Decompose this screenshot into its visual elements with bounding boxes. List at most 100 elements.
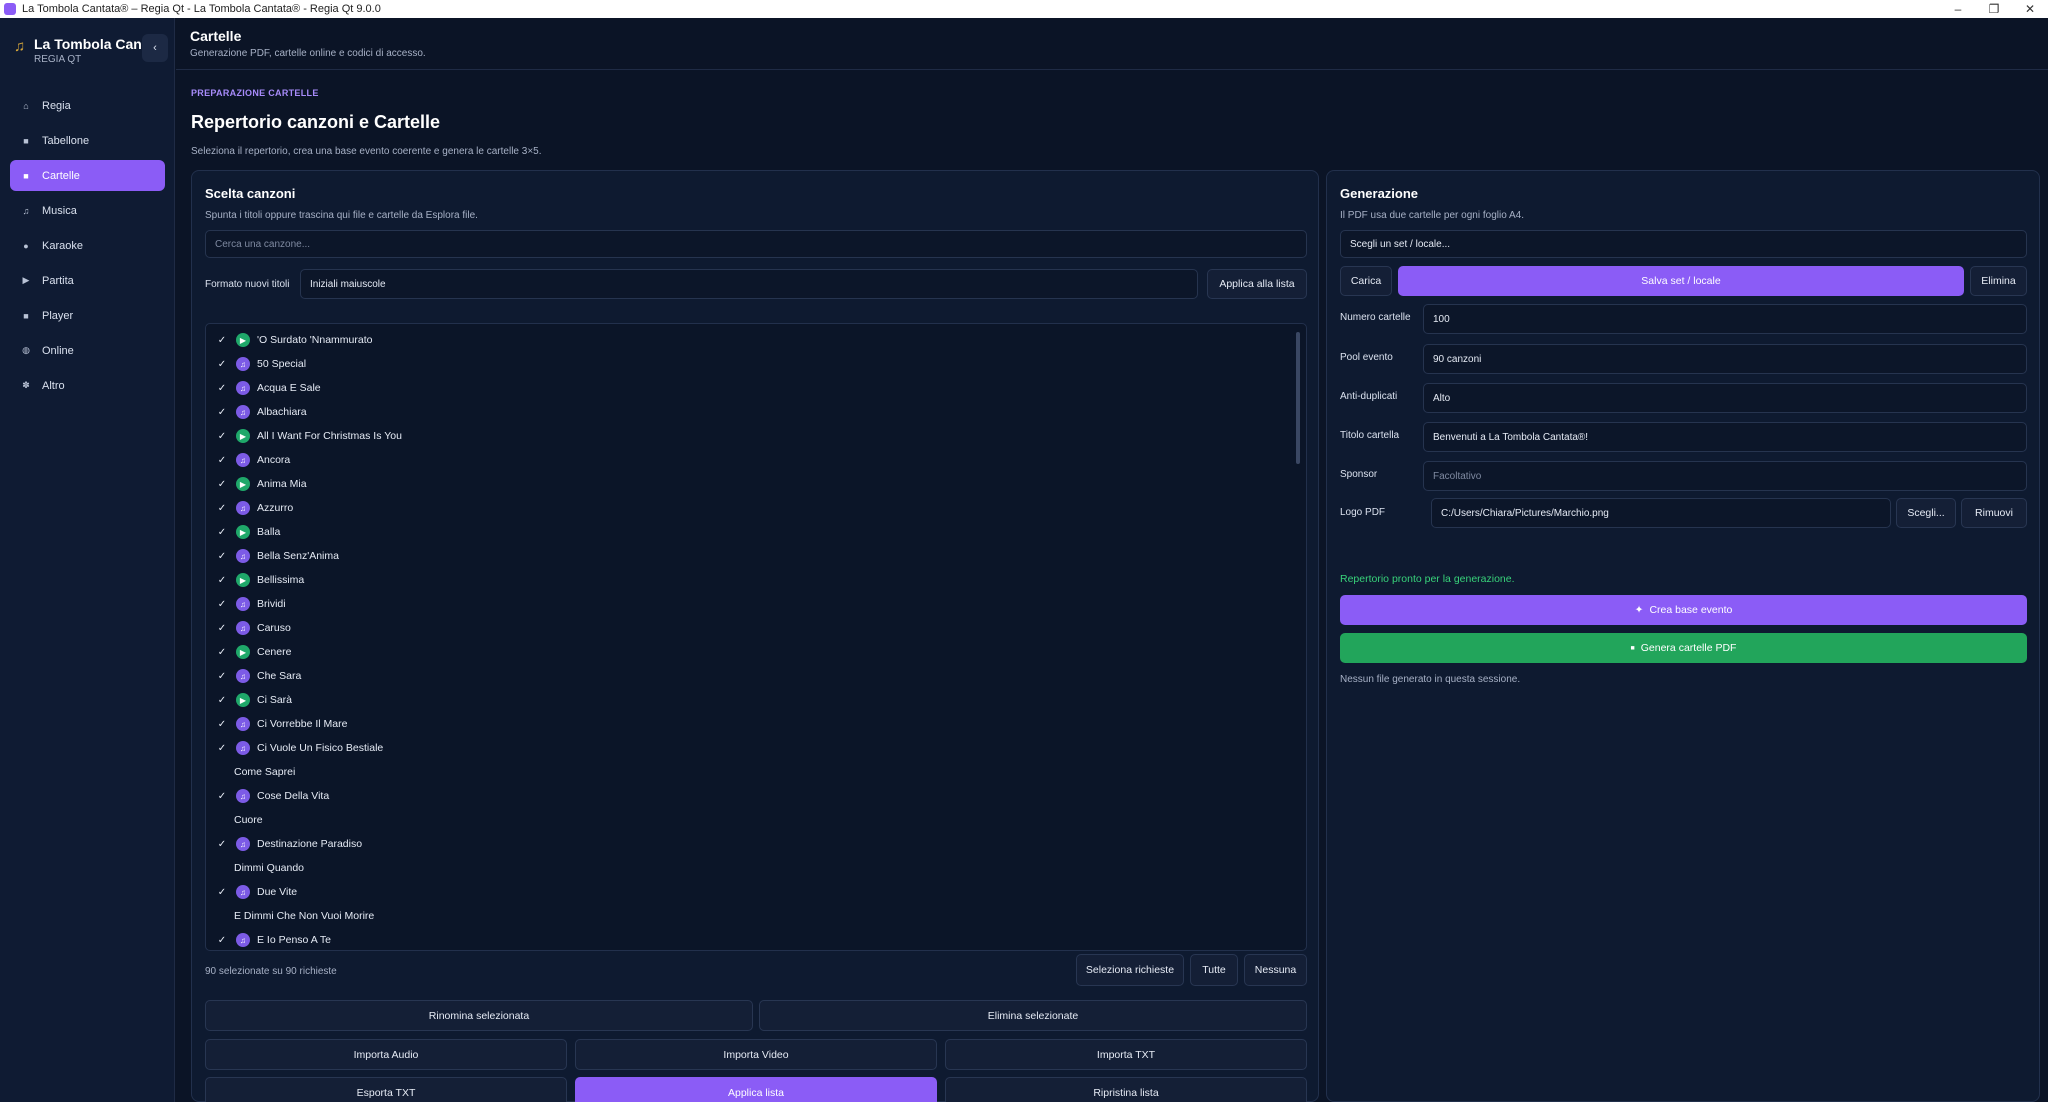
save-set-button[interactable]: Salva set / locale — [1398, 266, 1964, 296]
sidebar-item-karaoke[interactable]: ● Karaoke — [10, 230, 165, 261]
sidebar-item-partita[interactable]: ▶ Partita — [10, 265, 165, 296]
rename-selected-button[interactable]: Rinomina selezionata — [205, 1000, 753, 1031]
sponsor-input[interactable]: Facoltativo — [1423, 461, 2027, 491]
delete-selected-button[interactable]: Elimina selezionate — [759, 1000, 1307, 1031]
list-item[interactable]: ✓ ♫ Ci Vorrebbe Il Mare — [206, 712, 1306, 736]
num-cards-spinbox[interactable]: 100 — [1423, 304, 2027, 334]
list-item[interactable]: ✓ ♫ Due Vite — [206, 880, 1306, 904]
list-item[interactable]: ✓ ♫ Destinazione Paradiso — [206, 832, 1306, 856]
list-item[interactable]: ✓ ♫ 50 Special — [206, 352, 1306, 376]
list-item[interactable]: ✓ ♫ Ancora — [206, 448, 1306, 472]
check-icon[interactable]: ✓ — [216, 479, 228, 490]
check-icon[interactable]: ✓ — [216, 623, 228, 634]
check-icon[interactable]: ✓ — [216, 791, 228, 802]
list-item[interactable]: ✓ ♫ Albachiara — [206, 400, 1306, 424]
list-item[interactable]: ✓ ▶ All I Want For Christmas Is You — [206, 424, 1306, 448]
song-title: E Dimmi Che Non Vuoi Morire — [234, 910, 375, 922]
list-item[interactable]: ✓ ♫ Brividi — [206, 592, 1306, 616]
delete-set-button[interactable]: Elimina — [1970, 266, 2027, 296]
song-title: All I Want For Christmas Is You — [257, 430, 402, 442]
list-item[interactable]: ✓ ♫ Acqua E Sale — [206, 376, 1306, 400]
list-item[interactable]: ✓ ♫ Bella Senz'Anima — [206, 544, 1306, 568]
list-item[interactable]: ✓ ▶ Bellissima — [206, 568, 1306, 592]
remove-logo-button[interactable]: Rimuovi — [1961, 498, 2027, 528]
sidebar-item-player[interactable]: ■ Player — [10, 300, 165, 331]
list-item[interactable]: ✓ ▶ Cenere — [206, 640, 1306, 664]
export-txt-button[interactable]: Esporta TXT — [205, 1077, 567, 1102]
song-search-input[interactable]: Cerca una canzone... — [205, 230, 1307, 258]
choose-logo-button[interactable]: Scegli... — [1896, 498, 1956, 528]
song-list-scrollbar[interactable] — [1296, 332, 1300, 464]
check-icon[interactable]: ✓ — [216, 719, 228, 730]
apply-list-button[interactable]: Applica lista — [575, 1077, 937, 1102]
sidebar-item-tabellone[interactable]: ■ Tabellone — [10, 125, 165, 156]
sidebar-item-musica[interactable]: ♫ Musica — [10, 195, 165, 226]
list-item[interactable]: E Dimmi Che Non Vuoi Morire — [206, 904, 1306, 928]
list-item[interactable]: Cuore — [206, 808, 1306, 832]
list-item[interactable]: ✓ ▶ 'O Surdato 'Nnammurato — [206, 328, 1306, 352]
import-video-button[interactable]: Importa Video — [575, 1039, 937, 1070]
sidebar-item-online[interactable]: ◍ Online — [10, 335, 165, 366]
logo-path-input[interactable]: C:/Users/Chiara/Pictures/Marchio.png — [1431, 498, 1891, 528]
list-item[interactable]: ✓ ▶ Anima Mia — [206, 472, 1306, 496]
list-item[interactable]: ✓ ♫ Cose Della Vita — [206, 784, 1306, 808]
check-icon[interactable]: ✓ — [216, 359, 228, 370]
list-item[interactable]: ✓ ♫ Caruso — [206, 616, 1306, 640]
card-title-input[interactable]: Benvenuti a La Tombola Cantata®! — [1423, 422, 2027, 452]
audio-file-icon: ♫ — [236, 381, 250, 395]
list-item[interactable]: ✓ ♫ E Io Penso A Te — [206, 928, 1306, 950]
list-item[interactable]: Dimmi Quando — [206, 856, 1306, 880]
collapse-sidebar-button[interactable]: ‹ — [142, 34, 168, 62]
list-item[interactable]: ✓ ♫ Ci Vuole Un Fisico Bestiale — [206, 736, 1306, 760]
list-item[interactable]: ✓ ♫ Che Sara — [206, 664, 1306, 688]
sidebar-item-cartelle[interactable]: ■ Cartelle — [10, 160, 165, 191]
load-set-button[interactable]: Carica — [1340, 266, 1392, 296]
list-item[interactable]: ✓ ▶ Ci Sarà — [206, 688, 1306, 712]
check-icon[interactable]: ✓ — [216, 503, 228, 514]
select-all-button[interactable]: Tutte — [1190, 954, 1238, 986]
antidup-select[interactable]: Alto — [1423, 383, 2027, 413]
list-item[interactable]: ✓ ▶ Balla — [206, 520, 1306, 544]
check-icon[interactable]: ✓ — [216, 599, 228, 610]
song-title: Ci Sarà — [257, 694, 293, 706]
generate-pdf-button[interactable]: ■ Genera cartelle PDF — [1340, 633, 2027, 663]
check-icon[interactable]: ✓ — [216, 695, 228, 706]
select-requested-button[interactable]: Seleziona richieste — [1076, 954, 1184, 986]
minimize-icon[interactable]: – — [1940, 0, 1976, 18]
check-icon[interactable]: ✓ — [216, 887, 228, 898]
import-txt-button[interactable]: Importa TXT — [945, 1039, 1307, 1070]
check-icon[interactable]: ✓ — [216, 839, 228, 850]
video-file-icon: ▶ — [236, 477, 250, 491]
reset-list-button[interactable]: Ripristina lista — [945, 1077, 1307, 1102]
check-icon[interactable]: ✓ — [216, 647, 228, 658]
close-icon[interactable]: ✕ — [2012, 0, 2048, 18]
song-list[interactable]: ✓ ▶ 'O Surdato 'Nnammurato ✓ ♫ 50 Special ✓ ♫ Ac… — [205, 323, 1307, 951]
set-select[interactable]: Scegli un set / locale... — [1340, 230, 2027, 258]
import-audio-button[interactable]: Importa Audio — [205, 1039, 567, 1070]
list-item[interactable]: ✓ ♫ Azzurro — [206, 496, 1306, 520]
sidebar-item-regia[interactable]: ⌂ Regia — [10, 90, 165, 121]
check-icon[interactable]: ✓ — [216, 335, 228, 346]
check-icon[interactable]: ✓ — [216, 527, 228, 538]
check-icon[interactable]: ✓ — [216, 407, 228, 418]
check-icon[interactable]: ✓ — [216, 575, 228, 586]
status-ready: Repertorio pronto per la generazione. — [1340, 573, 1515, 585]
pool-select[interactable]: 90 canzoni — [1423, 344, 2027, 374]
apply-format-button[interactable]: Applica alla lista — [1207, 269, 1307, 299]
list-item[interactable]: Come Saprei — [206, 760, 1306, 784]
maximize-icon[interactable]: ❐ — [1976, 0, 2012, 18]
check-icon[interactable]: ✓ — [216, 551, 228, 562]
create-base-button[interactable]: ✦ Crea base evento — [1340, 595, 2027, 625]
check-icon[interactable]: ✓ — [216, 383, 228, 394]
check-icon[interactable]: ✓ — [216, 743, 228, 754]
sidebar-item-altro[interactable]: ✽ Altro — [10, 370, 165, 401]
check-icon[interactable]: ✓ — [216, 455, 228, 466]
check-icon[interactable]: ✓ — [216, 935, 228, 946]
song-title: Albachiara — [257, 406, 307, 418]
main-content: Cartelle Generazione PDF, cartelle onlin… — [176, 18, 2048, 1102]
song-title: Balla — [257, 526, 281, 538]
format-select[interactable]: Iniziali maiuscole — [300, 269, 1198, 299]
check-icon[interactable]: ✓ — [216, 431, 228, 442]
check-icon[interactable]: ✓ — [216, 671, 228, 682]
select-none-button[interactable]: Nessuna — [1244, 954, 1307, 986]
